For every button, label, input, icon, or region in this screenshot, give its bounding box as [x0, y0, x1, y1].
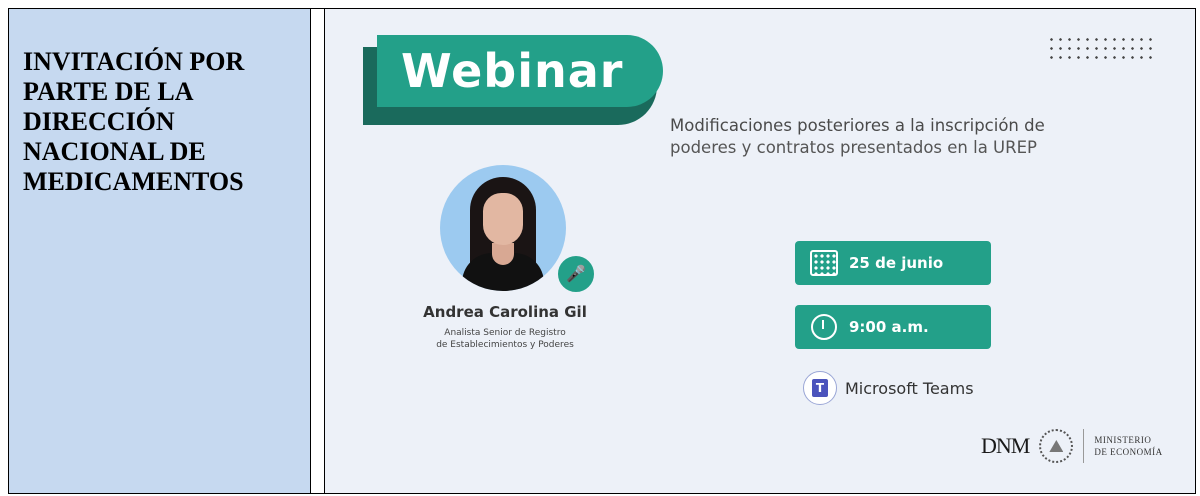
ministry-line-2: DE ECONOMÍA	[1094, 447, 1163, 457]
speaker-role-line-2: de Establecimientos y Poderes	[436, 340, 574, 350]
subtitle-line-2: poderes y contratos presentados en la UR…	[670, 138, 1037, 157]
document-table: INVITACIÓN POR PARTE DE LA DIRECCIÓN NAC…	[8, 8, 1196, 494]
microphone-icon: 🎤	[555, 253, 597, 295]
subtitle-line-1: Modificaciones posteriores a la inscripc…	[670, 116, 1045, 135]
webinar-banner: Webinar	[377, 35, 663, 107]
platform-info: T Microsoft Teams	[803, 371, 974, 405]
dnm-logo: DNM	[981, 433, 1030, 458]
platform-text: Microsoft Teams	[845, 378, 974, 398]
time-badge: 9:00 a.m.	[795, 305, 991, 349]
date-text: 25 de junio	[849, 254, 944, 272]
speaker-photo	[440, 165, 566, 291]
dot-pattern-icon	[1047, 35, 1155, 65]
left-cell: INVITACIÓN POR PARTE DE LA DIRECCIÓN NAC…	[9, 9, 311, 493]
time-text: 9:00 a.m.	[849, 318, 929, 336]
calendar-icon	[807, 246, 841, 280]
speaker-role-line-1: Analista Senior de Registro	[444, 328, 566, 338]
speaker-info: Andrea Carolina Gil Analista Senior de R…	[385, 303, 625, 351]
ministry-logo-text: MINISTERIO DE ECONOMÍA	[1094, 434, 1162, 458]
speaker-name: Andrea Carolina Gil	[423, 303, 587, 321]
speaker-role: Analista Senior de Registro de Estableci…	[385, 327, 625, 351]
ministry-line-1: MINISTERIO	[1094, 435, 1152, 445]
coat-of-arms-icon	[1039, 429, 1074, 463]
webinar-flyer: Webinar Modificaciones posteriores a la …	[325, 9, 1195, 493]
invitation-heading: INVITACIÓN POR PARTE DE LA DIRECCIÓN NAC…	[23, 47, 245, 196]
date-badge: 25 de junio	[795, 241, 991, 285]
column-divider	[311, 9, 325, 493]
clock-icon	[807, 310, 841, 344]
footer-logos: DNM MINISTERIO DE ECONOMÍA	[981, 429, 1163, 463]
logo-divider	[1083, 429, 1085, 463]
teams-icon: T	[803, 371, 837, 405]
webinar-subtitle: Modificaciones posteriores a la inscripc…	[670, 115, 1130, 159]
